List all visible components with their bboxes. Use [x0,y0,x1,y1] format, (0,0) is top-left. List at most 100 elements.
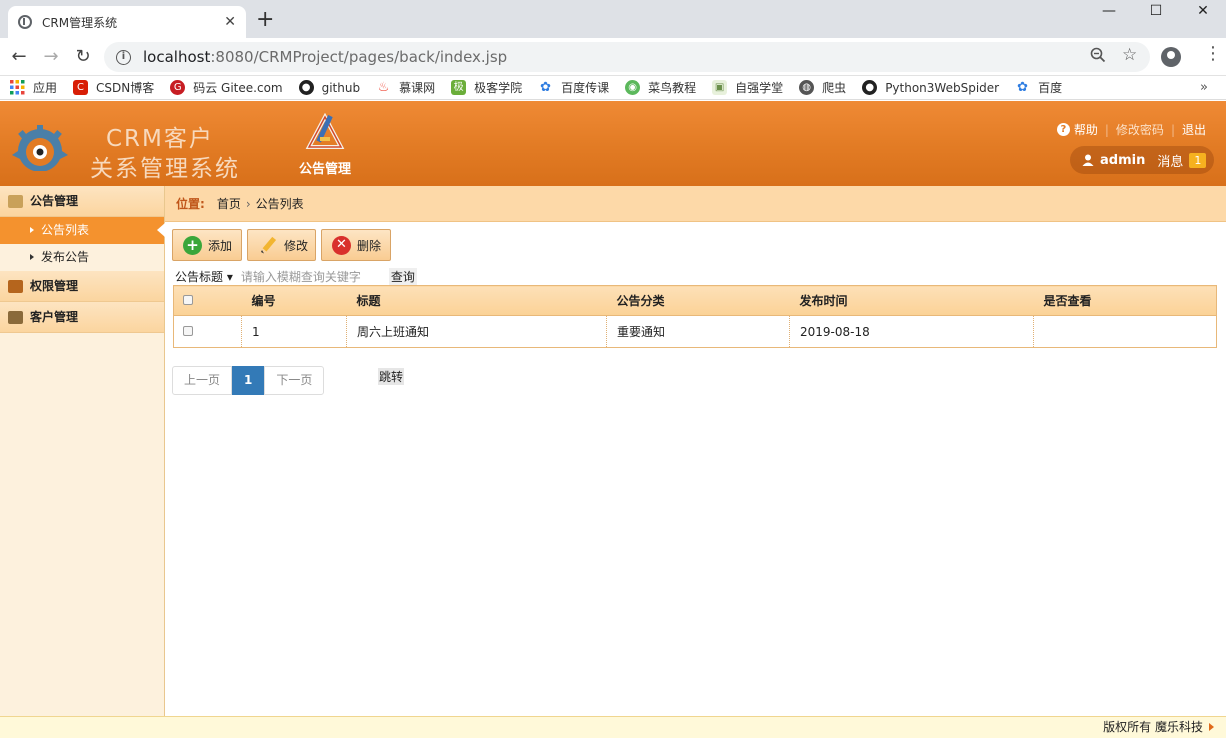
sidebar-group-label: 公告管理 [30,193,79,208]
logout-link[interactable]: 退出 [1182,121,1206,138]
github-icon: ● [298,80,314,95]
jump-button[interactable]: 跳转 [378,368,405,385]
username[interactable]: admin [1100,153,1145,168]
app-header: CRM客户 关系管理系统 公告管理 ? 帮助 | 修改密码 | 退出 admin… [0,101,1226,186]
select-all-cell [173,285,242,316]
ziqiang-icon: ▣ [712,80,728,95]
gitee-icon: G [170,80,186,95]
key-icon [8,279,23,293]
search-input[interactable] [240,268,383,285]
add-button[interactable]: + 添加 [172,229,242,261]
column-header-id[interactable]: 编号 [241,285,347,316]
bookmark-csdn[interactable]: C CSDN博客 [73,79,154,96]
jike-icon: 极 [451,80,467,95]
bookmark-jikexueyuan[interactable]: 极极客学院 [451,79,522,96]
bookmark-label: 码云 Gitee.com [193,81,283,95]
browser-tabstrip: CRM管理系统 ✕ + — ☐ ✕ [0,0,1226,38]
triangle-right-icon [1209,723,1214,731]
edit-button[interactable]: 修改 [247,229,316,261]
browser-menu-icon[interactable]: ⋮ [1204,44,1222,64]
sidebar-group-customers[interactable]: 客户管理 [0,302,164,333]
minimize-icon[interactable]: — [1086,0,1132,24]
address-bar[interactable]: i localhost:8080/CRMProject/pages/back/i… [104,42,1150,72]
sidebar-group-announcements[interactable]: 公告管理 [0,186,164,217]
sidebar-item-announcement-list[interactable]: 公告列表 [0,217,165,244]
help-icon: ? [1056,123,1070,136]
sidebar-group-label: 客户管理 [30,309,79,324]
bookmark-apps[interactable]: 应用 [10,79,57,96]
breadcrumb: 位置: 首页 › 公告列表 [165,186,1226,222]
column-header-date[interactable]: 发布时间 [789,285,1034,316]
back-icon[interactable]: ← [8,46,30,68]
sidebar-group-label: 权限管理 [30,278,79,293]
url-path: :8080/CRMProject/pages/back/index.jsp [210,48,508,66]
cell-date: 2019-08-18 [789,315,1034,348]
account-icon[interactable] [1161,47,1181,67]
zoom-icon[interactable] [1090,47,1106,67]
sidebar-group-permissions[interactable]: 权限管理 [0,271,164,302]
pagination: 上一页 1 下一页 [172,366,325,395]
delete-button[interactable]: ✕ 删除 [321,229,391,261]
paw-icon: ✿ [1017,80,1029,95]
search-bar: 公告标题 ▾ 查询 [175,268,417,285]
bookmark-imooc[interactable]: ♨ 慕课网 [376,79,435,96]
runoob-icon: ◉ [625,80,641,95]
table-row[interactable]: 1 周六上班通知 重要通知 2019-08-18 [173,315,1217,348]
tab-title: CRM管理系统 [42,15,118,30]
sidebar: 公告管理 公告列表 发布公告 权限管理 客户管理 [0,186,165,716]
flame-icon: ♨ [377,80,390,95]
bookmark-ziqiang[interactable]: ▣ 自强学堂 [712,79,783,96]
column-header-viewed[interactable]: 是否查看 [1033,285,1217,316]
header-links: ? 帮助 | 修改密码 | 退出 [1056,121,1206,138]
reload-icon[interactable]: ↻ [72,46,94,68]
bookmark-github[interactable]: ● github [298,80,361,95]
maximize-icon[interactable]: ☐ [1133,0,1179,24]
bookmark-python3webspider[interactable]: ● Python3WebSpider [862,80,999,95]
add-button-label: 添加 [208,238,233,253]
messages-link[interactable]: 消息 [1157,151,1183,170]
bookmark-gitee[interactable]: G 码云 Gitee.com [170,79,283,96]
close-window-icon[interactable]: ✕ [1180,0,1226,24]
close-tab-icon[interactable]: ✕ [224,14,236,30]
browser-tab[interactable]: CRM管理系统 ✕ [8,6,246,38]
help-link[interactable]: 帮助 [1074,121,1098,138]
forward-icon[interactable]: → [40,46,62,68]
bookmark-label: 慕课网 [399,81,436,95]
info-icon[interactable]: i [116,49,131,65]
divider: | [1170,122,1175,137]
column-header-category[interactable]: 公告分类 [606,285,790,316]
column-header-title[interactable]: 标题 [346,285,607,316]
sidebar-item-label: 公告列表 [41,223,90,237]
change-password-link[interactable]: 修改密码 [1116,121,1164,138]
search-field-select[interactable]: 公告标题 ▾ [175,268,233,285]
cell-viewed [1034,316,1217,348]
apps-grid-icon [10,80,25,95]
bookmark-baidu[interactable]: ✿ 百度 [1015,79,1062,96]
caret-down-icon: ▾ [226,270,233,284]
breadcrumb-home[interactable]: 首页 [217,195,241,212]
triangle-ruler-icon [305,112,345,149]
csdn-icon: C [73,80,89,95]
bookmark-crawler[interactable]: ◍ 爬虫 [799,79,846,96]
bookmark-baiduchuanke[interactable]: ✿ 百度传课 [538,79,609,96]
row-checkbox[interactable] [183,325,193,336]
cell-id: 1 [241,315,347,348]
new-tab-button[interactable]: + [256,8,274,32]
next-page-button[interactable]: 下一页 [264,366,325,395]
more-bookmarks-icon[interactable]: » [1200,80,1208,95]
table-header-row: 编号 标题 公告分类 发布时间 是否查看 [173,285,1217,316]
module-announcements[interactable]: 公告管理 [296,112,354,177]
page-button-current[interactable]: 1 [232,366,265,395]
footer: 版权所有 魔乐科技 [0,716,1226,738]
prev-page-button[interactable]: 上一页 [172,366,233,395]
cell-title: 周六上班通知 [346,315,607,348]
bookmark-label: 百度传课 [561,81,610,95]
sidebar-item-publish-announcement[interactable]: 发布公告 [0,244,164,271]
bookmark-runoob[interactable]: ◉ 菜鸟教程 [625,79,696,96]
search-button[interactable]: 查询 [388,268,417,285]
select-all-checkbox[interactable] [183,294,193,305]
bookmark-label: Python3WebSpider [885,80,1000,95]
bookmark-label: github [321,80,361,95]
bookmark-star-icon[interactable]: ☆ [1122,45,1137,65]
edit-button-label: 修改 [284,238,309,253]
